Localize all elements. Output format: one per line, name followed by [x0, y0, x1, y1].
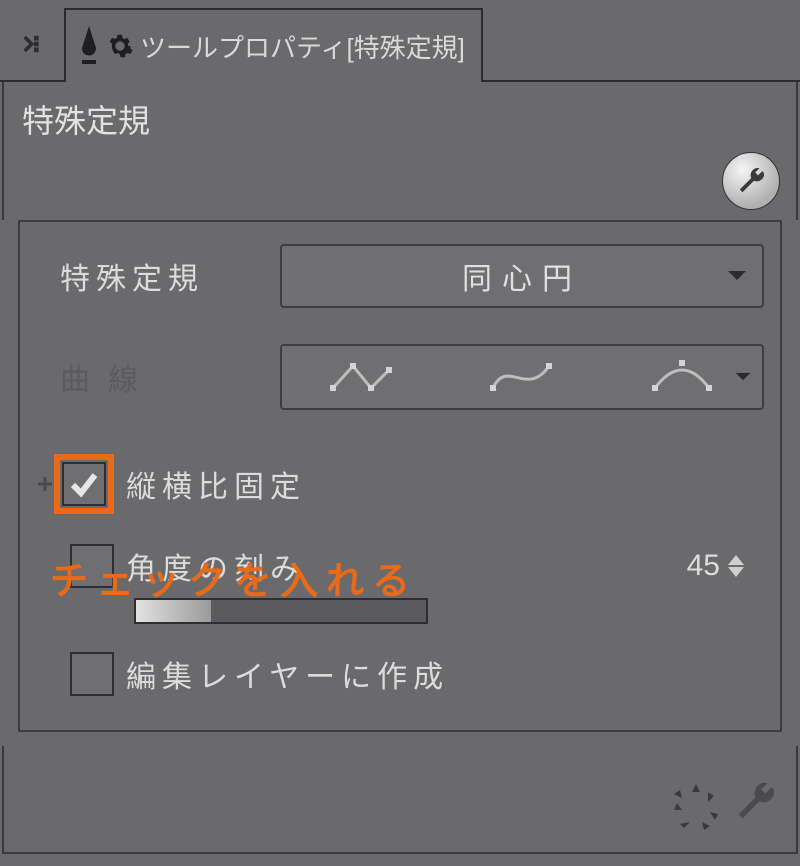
- annotation-highlight: [54, 454, 114, 514]
- label-aspect-lock: 縦横比固定: [126, 462, 306, 506]
- wrench-icon: [734, 164, 768, 198]
- tab-tool-property[interactable]: ツールプロパティ[特殊定規]: [64, 8, 483, 82]
- curve-polyline-icon[interactable]: [282, 346, 442, 408]
- wrench-icon[interactable]: [730, 776, 780, 836]
- checkmark-icon: [69, 469, 99, 499]
- plus-icon: [36, 475, 54, 493]
- curve-spline-icon[interactable]: [442, 346, 602, 408]
- row-aspect-lock: 縦横比固定: [30, 428, 770, 524]
- property-list: 特殊定規 同心円 曲線: [18, 220, 782, 732]
- spinner-down-icon[interactable]: [728, 567, 744, 577]
- label-curve: 曲線: [36, 355, 280, 399]
- chevron-down-icon: [726, 269, 748, 283]
- curve-type-picker[interactable]: [280, 344, 764, 410]
- row-special-ruler: 特殊定規 同心円: [30, 226, 770, 326]
- angle-step-slider[interactable]: [134, 598, 428, 624]
- subtool-name: 特殊定規: [2, 82, 798, 142]
- expand-panel-button[interactable]: [4, 8, 64, 80]
- angle-step-value: 45: [687, 549, 720, 583]
- reset-icon[interactable]: [666, 776, 726, 836]
- checkbox-create-on-edit-layer[interactable]: [70, 652, 114, 696]
- chevron-down-icon: [734, 371, 752, 383]
- label-special-ruler: 特殊定規: [36, 254, 280, 298]
- dropdown-special-ruler[interactable]: 同心円: [280, 244, 764, 308]
- angle-step-spinner[interactable]: [728, 555, 744, 577]
- checkbox-aspect-lock[interactable]: [62, 462, 106, 506]
- gear-icon: [106, 32, 134, 60]
- spinner-up-icon[interactable]: [728, 555, 744, 565]
- annotation-text: チェックを入れる: [50, 550, 418, 605]
- row-create-on-edit-layer: 編集レイヤーに作成: [30, 642, 770, 706]
- slider-fill: [136, 600, 211, 622]
- subtool-detail-button[interactable]: [722, 152, 780, 210]
- tab-strip: ツールプロパティ[特殊定規]: [0, 0, 800, 82]
- row-curve: 曲線: [30, 326, 770, 428]
- tab-title: ツールプロパティ[特殊定規]: [140, 28, 465, 65]
- dropdown-special-ruler-value: 同心円: [462, 254, 582, 298]
- expand-indicator[interactable]: [36, 467, 54, 501]
- expand-icon: [20, 30, 48, 58]
- pen-icon: [76, 24, 102, 68]
- label-create-on-edit-layer: 編集レイヤーに作成: [126, 652, 449, 696]
